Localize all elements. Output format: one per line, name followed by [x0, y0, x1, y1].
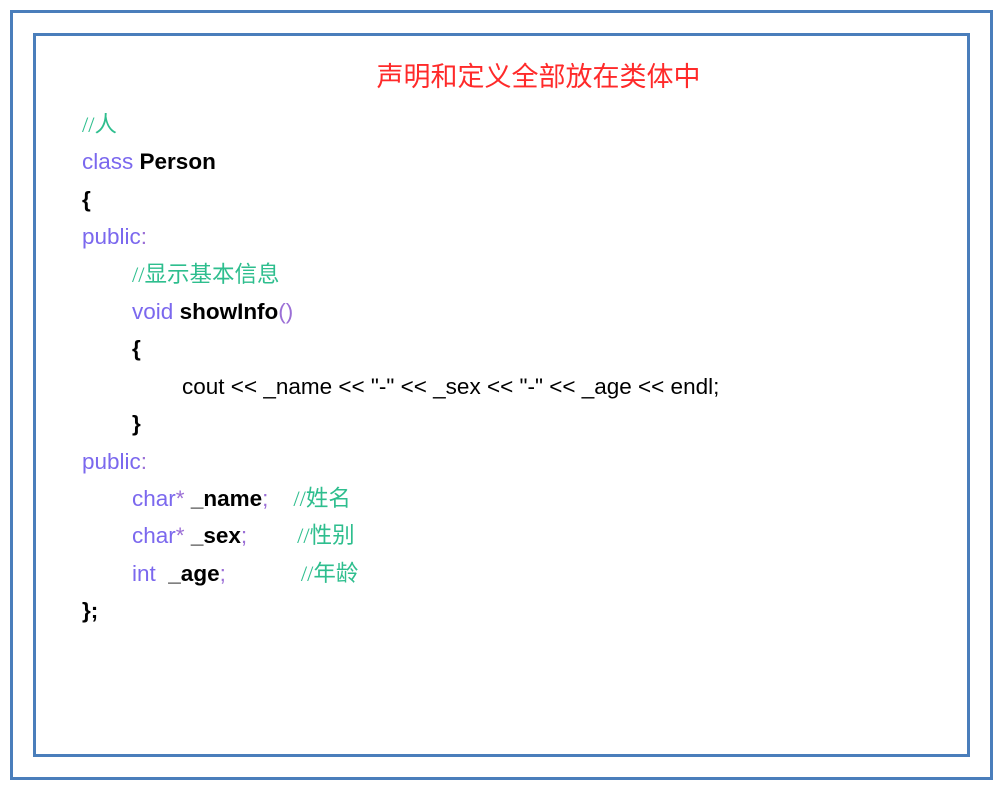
code-line: public:	[82, 443, 967, 480]
code-token-punct: *	[175, 485, 185, 511]
code-token-kw: public	[82, 448, 141, 474]
code-line: char* _sex; //性别	[82, 517, 967, 554]
code-token-comment: //姓名	[293, 485, 351, 511]
code-line: public:	[82, 218, 967, 255]
code-token-id: Person	[139, 149, 216, 175]
code-token-comment: //年龄	[300, 560, 359, 586]
code-line: cout << _name << "-" << _sex << "-" << _…	[82, 368, 967, 405]
code-line: //人	[82, 106, 967, 143]
code-token-kw: char	[132, 485, 176, 511]
code-token-comment: //人	[82, 112, 118, 137]
code-token-brace: }	[132, 411, 141, 437]
slide-title: 声明和定义全部放在类体中	[376, 62, 701, 92]
code-token-kw: char	[132, 523, 176, 549]
code-token-comment: //性别	[297, 523, 355, 549]
code-line: int _age; //年龄	[82, 555, 967, 592]
slide-inner-border: 声明和定义全部放在类体中 //人 class Person { public: //显…	[33, 33, 970, 757]
code-token-id: _name	[190, 485, 263, 511]
code-token-id: _sex	[190, 523, 241, 549]
code-token-punct: :	[140, 224, 148, 250]
code-token-brace: };	[82, 598, 99, 624]
code-token-id: _age	[168, 560, 220, 586]
code-line: char* _name; //姓名	[82, 480, 967, 517]
code-token-punct: *	[175, 523, 185, 549]
code-line: class Person	[82, 143, 967, 180]
code-token-punct: ()	[278, 298, 294, 324]
code-token-punct: :	[140, 448, 148, 474]
slide-outer-border: 声明和定义全部放在类体中 //人 class Person { public: //显…	[10, 10, 993, 780]
code-token-kw: public	[82, 224, 141, 250]
code-token-kw: class	[82, 149, 134, 175]
code-line: };	[82, 592, 967, 629]
code-token-brace: {	[132, 336, 141, 362]
code-line: {	[82, 181, 967, 218]
code-line: {	[82, 330, 967, 367]
code-line: //显示基本信息	[82, 256, 967, 293]
code-token-plain: cout << _name << "-" << _sex << "-" << _…	[182, 373, 720, 399]
code-token-kw: int	[132, 560, 156, 586]
code-token-comment: //显示基本信息	[132, 261, 280, 287]
code-line: void showInfo()	[82, 293, 967, 330]
code-token-kw: void	[132, 298, 174, 324]
code-token-id: showInfo	[179, 298, 279, 324]
code-line: }	[82, 405, 967, 442]
code-token-brace: {	[82, 186, 91, 212]
code-block: //人 class Person { public: //显示基本信息 void sh…	[36, 106, 967, 629]
